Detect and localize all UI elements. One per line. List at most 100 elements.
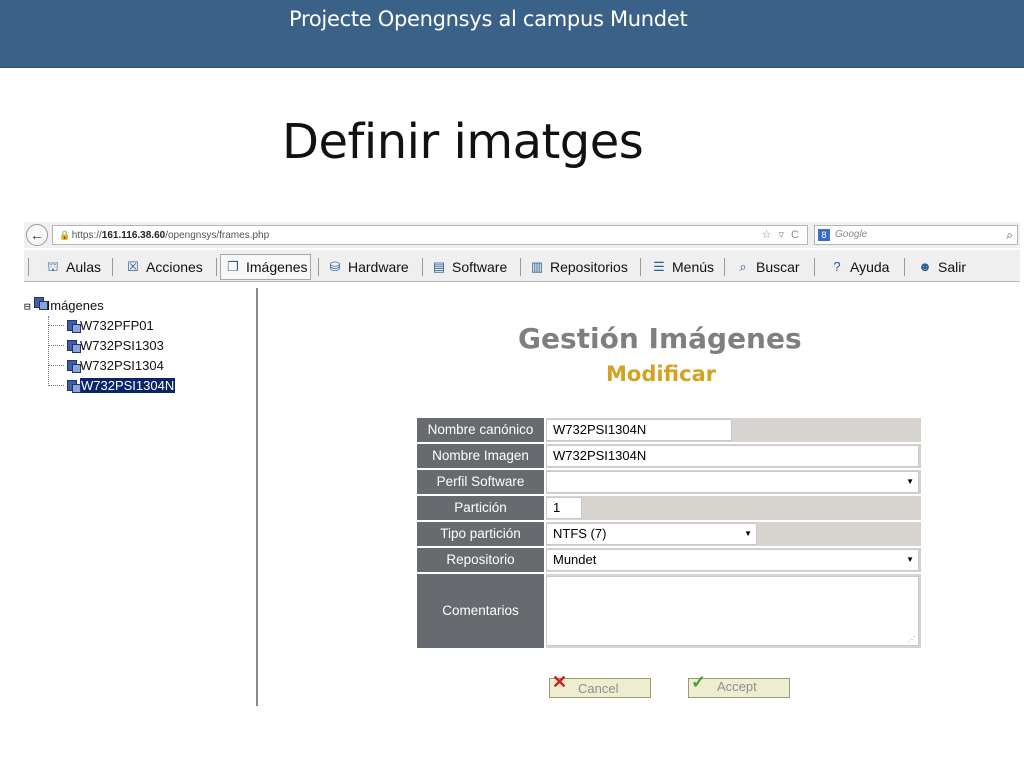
tree-item-selected[interactable]: W732PSI1304N <box>48 378 176 393</box>
checkmark-icon: ✓ <box>691 672 707 692</box>
image-icon <box>66 379 81 393</box>
cancel-label: Cancel <box>578 681 619 696</box>
menu-label: Hardware <box>348 259 409 275</box>
menu-label: Buscar <box>756 259 800 275</box>
menu-separator <box>318 258 319 276</box>
browser-toolbar: ← 🔒 https://161.116.38.60/opengnsys/fram… <box>24 222 1020 248</box>
image-icon <box>66 339 81 353</box>
menu-item-hardware[interactable]: ⛁ Hardware <box>326 254 409 280</box>
menu-label: Software <box>452 259 508 275</box>
menu-item-acciones[interactable]: ☒ Acciones <box>124 254 203 280</box>
menu-item-ayuda[interactable]: ? Ayuda <box>828 254 889 280</box>
menu-item-salir[interactable]: ☻ Salir <box>916 254 966 280</box>
image-name-input[interactable]: W732PSI1304N <box>546 445 919 467</box>
menu-separator <box>422 258 423 276</box>
form-row: Repositorio Mundet ▼ <box>417 548 921 572</box>
app-menubar: ⛫ Aulas ☒ Acciones ❐ Imágenes ⛁ Hardware… <box>24 250 1020 282</box>
back-arrow-icon[interactable]: ← <box>26 224 48 246</box>
address-bar[interactable]: 🔒 https://161.116.38.60/opengnsys/frames… <box>52 225 808 245</box>
tree-item[interactable]: W732PFP01 <box>48 318 154 333</box>
field-label: Partición <box>417 496 544 520</box>
url-prefix: https:// <box>71 230 102 241</box>
field-label: Nombre canónico <box>417 418 544 442</box>
field-value-cell: W732PSI1304N <box>546 444 921 468</box>
software-profile-select[interactable]: ▼ <box>546 471 919 493</box>
tree-item-label: W732PSI1304 <box>80 358 164 373</box>
field-value-cell: Mundet ▼ <box>546 548 921 572</box>
image-icon <box>66 359 81 373</box>
url-host: 161.116.38.60 <box>101 230 166 241</box>
cancel-button[interactable]: ✕ Cancel <box>549 673 651 698</box>
dropdown-arrow-icon: ▼ <box>744 529 752 538</box>
tree-connector <box>48 325 64 326</box>
form-row: Comentarios ⋰ <box>417 574 921 648</box>
bookmark-star-icon[interactable]: ☆ ▿ C <box>762 226 801 244</box>
tree-item[interactable]: W732PSI1303 <box>48 338 164 353</box>
partition-input[interactable]: 1 <box>546 497 582 519</box>
menu-separator <box>520 258 521 276</box>
form-row: Tipo partición NTFS (7) ▼ <box>417 522 921 546</box>
field-value-cell: ⋰ <box>546 574 921 648</box>
actions-icon: ☒ <box>127 259 139 274</box>
content-subtitle: Modificar <box>606 362 717 386</box>
menu-separator <box>814 258 815 276</box>
menu-separator <box>112 258 113 276</box>
field-label: Nombre Imagen <box>417 444 544 468</box>
classroom-icon: ⛫ <box>47 259 59 274</box>
repository-select[interactable]: Mundet ▼ <box>546 549 919 571</box>
menu-item-menus[interactable]: ☰ Menús <box>650 254 714 280</box>
software-icon: ▤ <box>432 259 446 274</box>
browser-search-input[interactable]: 8 Google ⌕ <box>814 225 1018 245</box>
field-value-cell: NTFS (7) ▼ <box>546 522 921 546</box>
slide-banner: Projecte Opengnsys al campus Mundet <box>0 0 1024 68</box>
images-icon: ❐ <box>227 259 239 274</box>
collapse-icon[interactable]: ⊟ <box>24 300 31 313</box>
tree-item-label: W732PSI1304N <box>80 378 176 393</box>
form-row: Nombre canónico W732PSI1304N <box>417 418 921 442</box>
tree-root[interactable]: ⊟ Imágenes <box>24 296 104 313</box>
slide-title: Definir imatges <box>282 114 644 170</box>
image-folder-icon <box>33 296 48 310</box>
menu-separator <box>904 258 905 276</box>
google-icon: 8 <box>818 229 830 241</box>
dropdown-arrow-icon: ▼ <box>906 477 914 486</box>
menu-item-imagenes[interactable]: ❐ Imágenes <box>220 254 312 280</box>
menu-label: Aulas <box>66 259 102 275</box>
menu-label: Menús <box>672 259 715 275</box>
resize-grip-icon[interactable]: ⋰ <box>908 635 916 644</box>
select-value: NTFS (7) <box>553 526 607 541</box>
comments-textarea[interactable]: ⋰ <box>546 576 919 646</box>
image-tree: ⊟ Imágenes W732PFP01 W732PSI1303 W732PSI1… <box>24 288 258 706</box>
menu-separator <box>724 258 725 276</box>
banner-title: Projecte Opengnsys al campus Mundet <box>289 7 688 31</box>
menu-item-buscar[interactable]: ⌕ Buscar <box>734 254 800 280</box>
form-row: Nombre Imagen W732PSI1304N <box>417 444 921 468</box>
menu-item-software[interactable]: ▤ Software <box>430 254 507 280</box>
tree-connector <box>48 345 64 346</box>
accept-label: Accept <box>717 679 757 694</box>
canonical-name-input[interactable]: W732PSI1304N <box>546 419 732 441</box>
menu-icon: ☰ <box>653 259 665 274</box>
content-title: Gestión Imágenes <box>518 322 802 355</box>
field-value-cell: ▼ <box>546 470 921 494</box>
field-value-cell: 1 <box>546 496 921 520</box>
tree-connector <box>48 385 64 386</box>
lock-icon: 🔒 <box>59 230 71 240</box>
hardware-icon: ⛁ <box>329 259 341 274</box>
search-placeholder: Google <box>835 229 868 240</box>
browser-screenshot: ← 🔒 https://161.116.38.60/opengnsys/fram… <box>24 222 1020 706</box>
tree-item[interactable]: W732PSI1304 <box>48 358 164 373</box>
menu-label: Ayuda <box>850 259 890 275</box>
partition-type-select[interactable]: NTFS (7) ▼ <box>546 523 757 545</box>
magnifier-icon[interactable]: ⌕ <box>1006 226 1013 244</box>
image-form: Nombre canónico W732PSI1304N Nombre Imag… <box>417 418 921 650</box>
accept-button[interactable]: ✓ Accept <box>688 673 790 698</box>
url-path: /opengnsys/frames.php <box>165 230 270 241</box>
field-value-cell: W732PSI1304N <box>546 418 921 442</box>
tree-connector <box>48 365 64 366</box>
menu-item-aulas[interactable]: ⛫ Aulas <box>44 254 101 280</box>
search-icon: ⌕ <box>739 259 747 274</box>
tree-item-label: W732PSI1303 <box>80 338 164 353</box>
menu-label: Acciones <box>146 259 203 275</box>
menu-item-repositorios[interactable]: ▥ Repositorios <box>528 254 628 280</box>
